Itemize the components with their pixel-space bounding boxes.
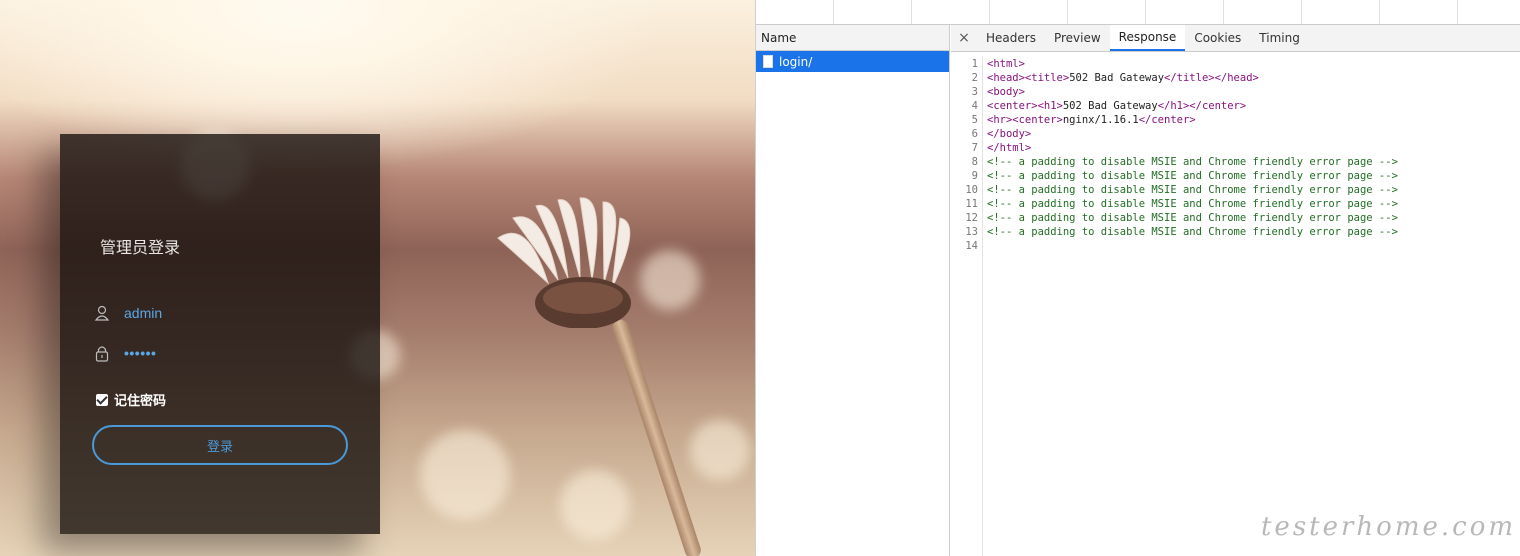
close-icon[interactable]: × (951, 25, 977, 51)
timeline-cell (1380, 0, 1458, 24)
code-line: <!-- a padding to disable MSIE and Chrom… (987, 225, 1398, 239)
timeline-cell (756, 0, 834, 24)
line-number: 9 (971, 170, 978, 182)
code-token: </h1></center> (1157, 100, 1247, 112)
timeline-cell (1302, 0, 1380, 24)
timeline-cell (1068, 0, 1146, 24)
timeline-cell (912, 0, 990, 24)
code-token: </html> (987, 142, 1032, 154)
flower-illustration (497, 197, 631, 328)
response-code-lines: <html> <head><title>502 Bad Gateway</titl… (987, 57, 1398, 253)
tab-preview[interactable]: Preview (1045, 25, 1110, 51)
timeline-cell (1146, 0, 1224, 24)
line-number: 3 (971, 86, 978, 98)
timeline-cell (834, 0, 912, 24)
username-field[interactable]: admin (94, 304, 162, 322)
tab-timing[interactable]: Timing (1250, 25, 1309, 51)
code-token: <!-- a padding to disable MSIE and Chrom… (987, 184, 1398, 196)
code-token: <body> (987, 86, 1025, 98)
network-timeline-strip (756, 0, 1520, 25)
code-token: <hr><center> (987, 114, 1063, 126)
line-number: 12 (965, 212, 978, 224)
code-line: <!-- a padding to disable MSIE and Chrom… (987, 197, 1398, 211)
line-number: 5 (971, 114, 978, 126)
code-line: <!-- a padding to disable MSIE and Chrom… (987, 169, 1398, 183)
request-name: login/ (779, 54, 813, 69)
line-number: 8 (971, 156, 978, 168)
code-line: </body> (987, 127, 1398, 141)
user-icon (94, 305, 110, 321)
line-number: 10 (965, 184, 978, 196)
code-line: <html> (987, 57, 1398, 71)
login-button[interactable]: 登录 (92, 425, 348, 465)
timeline-cell (1224, 0, 1302, 24)
code-line: <center><h1>502 Bad Gateway</h1></center… (987, 99, 1398, 113)
tab-cookies[interactable]: Cookies (1185, 25, 1250, 51)
code-token: <!-- a padding to disable MSIE and Chrom… (987, 156, 1398, 168)
response-viewer[interactable]: 1 2 3 4 5 6 7 8 9 10 11 12 13 14 <html> <head><title>5… (951, 53, 1520, 556)
code-line: <body> (987, 85, 1398, 99)
code-token: </title></head> (1164, 72, 1259, 84)
background-bokeh (420, 430, 510, 520)
code-token: <center><h1> (987, 100, 1063, 112)
remember-password[interactable]: 记住密码 (96, 390, 166, 409)
login-page: 管理员登录 admin •••••• 记住密码 登录 (0, 0, 755, 556)
code-line: <!-- a padding to disable MSIE and Chrom… (987, 155, 1398, 169)
request-list: Name login/ (756, 25, 950, 556)
line-number: 13 (965, 226, 978, 238)
code-line: <!-- a padding to disable MSIE and Chrom… (987, 211, 1398, 225)
password-value[interactable]: •••••• (124, 345, 156, 361)
code-line: <head><title>502 Bad Gateway</title></he… (987, 71, 1398, 85)
background-bokeh (640, 250, 700, 310)
devtools-panel: Name login/ × Headers Preview Response C… (755, 0, 1520, 556)
line-number-gutter: 1 2 3 4 5 6 7 8 9 10 11 12 13 14 (951, 57, 983, 556)
username-value[interactable]: admin (124, 305, 162, 321)
timeline-cell (990, 0, 1068, 24)
name-column-header[interactable]: Name (756, 25, 949, 51)
code-line: <hr><center>nginx/1.16.1</center> (987, 113, 1398, 127)
code-token: <!-- a padding to disable MSIE and Chrom… (987, 170, 1398, 182)
remember-checkbox[interactable] (96, 393, 108, 406)
background-bokeh (560, 470, 630, 540)
login-title: 管理员登录 (100, 238, 181, 257)
code-token: <html> (987, 58, 1025, 70)
code-token: <head><title> (987, 72, 1070, 84)
request-row-login[interactable]: login/ (756, 51, 949, 72)
code-token: 502 Bad Gateway (1062, 100, 1158, 112)
code-line: </html> (987, 141, 1398, 155)
code-token: <!-- a padding to disable MSIE and Chrom… (987, 226, 1398, 238)
code-token: 502 Bad Gateway (1069, 72, 1165, 84)
detail-tabbar: × Headers Preview Response Cookies Timin… (951, 25, 1520, 52)
line-number: 11 (965, 198, 978, 210)
line-number: 14 (965, 240, 978, 252)
line-number: 2 (971, 72, 978, 84)
code-token: <!-- a padding to disable MSIE and Chrom… (987, 212, 1398, 224)
line-number: 1 (971, 58, 978, 70)
watermark: testerhome.com (1260, 512, 1516, 542)
line-number: 6 (971, 128, 978, 140)
background-bokeh (690, 420, 750, 480)
code-token: <!-- a padding to disable MSIE and Chrom… (987, 198, 1398, 210)
document-icon (763, 55, 773, 68)
tab-response[interactable]: Response (1109, 25, 1186, 51)
lock-icon (95, 346, 109, 362)
line-number: 7 (971, 142, 978, 154)
login-card: 管理员登录 admin •••••• 记住密码 登录 (60, 134, 380, 534)
tab-headers[interactable]: Headers (977, 25, 1045, 51)
code-token: </body> (987, 128, 1032, 140)
line-number: 4 (971, 100, 978, 112)
request-detail-pane: × Headers Preview Response Cookies Timin… (951, 25, 1520, 556)
remember-label: 记住密码 (114, 394, 167, 409)
code-token: </center> (1138, 114, 1196, 126)
code-token: nginx/1.16.1 (1062, 114, 1139, 126)
code-line: <!-- a padding to disable MSIE and Chrom… (987, 183, 1398, 197)
password-field[interactable]: •••••• (94, 344, 156, 362)
